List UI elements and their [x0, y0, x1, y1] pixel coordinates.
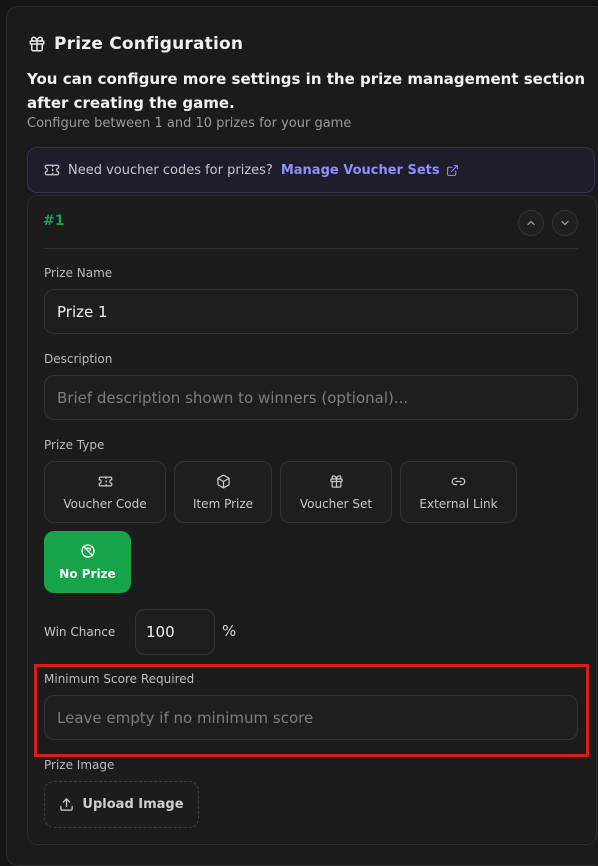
external-link-icon [446, 164, 459, 177]
ticket-icon [98, 474, 113, 489]
prize-type-item-prize[interactable]: Item Prize [174, 461, 272, 523]
highlight-box [34, 664, 589, 757]
gift-icon [28, 35, 46, 53]
section-title: Prize Configuration [54, 34, 244, 54]
subtitle-text: Configure between 1 and 10 prizes for yo… [27, 116, 352, 131]
prize-type-label: Prize Type [44, 438, 105, 452]
manage-voucher-sets-label: Manage Voucher Sets [280, 162, 440, 178]
percent-sign: % [222, 622, 237, 640]
prize-name-input[interactable] [44, 289, 578, 334]
link-icon [451, 474, 466, 489]
prize-type-label-text: Voucher Code [63, 496, 147, 511]
prize-name-label: Prize Name [44, 266, 113, 280]
prize-type-no-prize[interactable]: No Prize [44, 531, 131, 593]
prize-image-label: Prize Image [44, 758, 115, 772]
prize-type-voucher-set[interactable]: Voucher Set [280, 461, 392, 523]
upload-image-button[interactable]: Upload Image [44, 781, 199, 828]
gift-icon [329, 474, 344, 489]
move-up-button[interactable] [518, 210, 544, 236]
box-icon [216, 474, 231, 489]
prize-type-label-text: External Link [419, 496, 498, 511]
no-prize-icon [80, 543, 96, 559]
prize-type-label-text: Voucher Set [299, 496, 373, 511]
upload-image-label: Upload Image [82, 797, 184, 812]
prize-type-voucher-code[interactable]: Voucher Code [44, 461, 166, 523]
chevron-down-icon [559, 217, 571, 229]
win-chance-input[interactable] [135, 609, 215, 655]
voucher-banner-text: Need voucher codes for prizes? [68, 162, 273, 178]
voucher-banner: Need voucher codes for prizes? Manage Vo… [27, 147, 595, 193]
prize-type-label-text: Item Prize [192, 496, 254, 511]
ticket-icon [44, 162, 60, 178]
move-down-button[interactable] [552, 210, 578, 236]
prize-type-external-link[interactable]: External Link [400, 461, 517, 523]
description-input[interactable] [44, 375, 578, 420]
prize-number: #1 [43, 213, 65, 229]
intro-text: You can configure more settings in the p… [27, 70, 586, 112]
chevron-up-icon [525, 217, 537, 229]
manage-voucher-sets-link[interactable]: Manage Voucher Sets [281, 163, 459, 178]
description-label: Description [44, 352, 113, 366]
prize-type-label-text: No Prize [59, 567, 116, 581]
prize-header-divider [43, 248, 578, 249]
upload-icon [59, 797, 74, 812]
win-chance-label: Win Chance [44, 625, 116, 639]
section-header: Prize Configuration [28, 34, 243, 54]
